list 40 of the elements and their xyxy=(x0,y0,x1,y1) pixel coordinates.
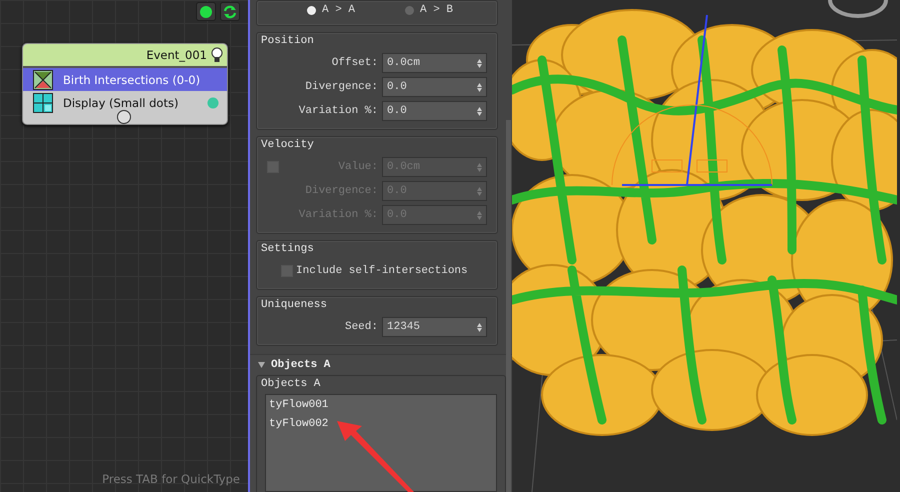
quicktype-hint: Press TAB for QuickType xyxy=(102,472,241,488)
spinner-arrows-icon[interactable] xyxy=(477,322,482,332)
field-label: Seed: xyxy=(344,321,379,333)
field-label: Offset: xyxy=(330,57,379,69)
field-label: Variation %: xyxy=(298,105,379,117)
spinner-field[interactable]: 0.0cm xyxy=(382,53,487,73)
group-title: Position xyxy=(260,34,315,49)
operator-item[interactable]: Birth Intersections (0-0) xyxy=(23,68,227,91)
refresh-icon xyxy=(223,4,237,18)
group-title: Uniqueness xyxy=(260,298,328,313)
group-title: Settings xyxy=(260,242,315,257)
output-port[interactable] xyxy=(117,110,131,124)
spinner-arrows-icon[interactable] xyxy=(477,106,482,116)
radio-option[interactable]: A > B xyxy=(405,4,454,16)
node-title: Event_001 xyxy=(146,48,207,62)
group-title: Objects A xyxy=(260,377,322,392)
circle-icon xyxy=(200,6,212,18)
event-node[interactable]: Event_001 Birth Intersections (0-0) Display (Small dots) xyxy=(22,43,228,125)
viewport-render-drawing[interactable] xyxy=(512,9,897,492)
list-item[interactable]: tyFlow002 xyxy=(269,418,493,437)
radio-option[interactable]: A > A xyxy=(307,4,356,16)
spinner-field[interactable]: 0.0 xyxy=(382,77,487,97)
spinner-field[interactable]: 0.0 xyxy=(382,101,487,121)
list-item[interactable]: tyFlow001 xyxy=(269,399,493,418)
rollout-header[interactable]: Objects A xyxy=(250,355,512,375)
hourglass-icon xyxy=(33,70,53,90)
spinner-field[interactable]: 12345 xyxy=(382,317,487,337)
refresh-button[interactable] xyxy=(220,2,240,21)
lightbulb-icon xyxy=(211,47,223,63)
scrollbar[interactable] xyxy=(506,120,511,492)
field-label: Divergence: xyxy=(304,81,379,93)
view-cube-icon[interactable] xyxy=(828,0,888,18)
object-list[interactable]: tyFlow001 tyFlow002 xyxy=(265,394,497,492)
group-title: Velocity xyxy=(260,138,315,153)
record-button[interactable] xyxy=(196,2,216,21)
operator-item[interactable]: Display (Small dots) xyxy=(23,91,227,114)
spinner-arrows-icon[interactable] xyxy=(477,58,482,68)
spinner-arrows-icon[interactable] xyxy=(477,82,482,92)
checkbox-option[interactable]: Include self-intersections xyxy=(267,264,474,278)
grid-icon xyxy=(33,92,53,112)
